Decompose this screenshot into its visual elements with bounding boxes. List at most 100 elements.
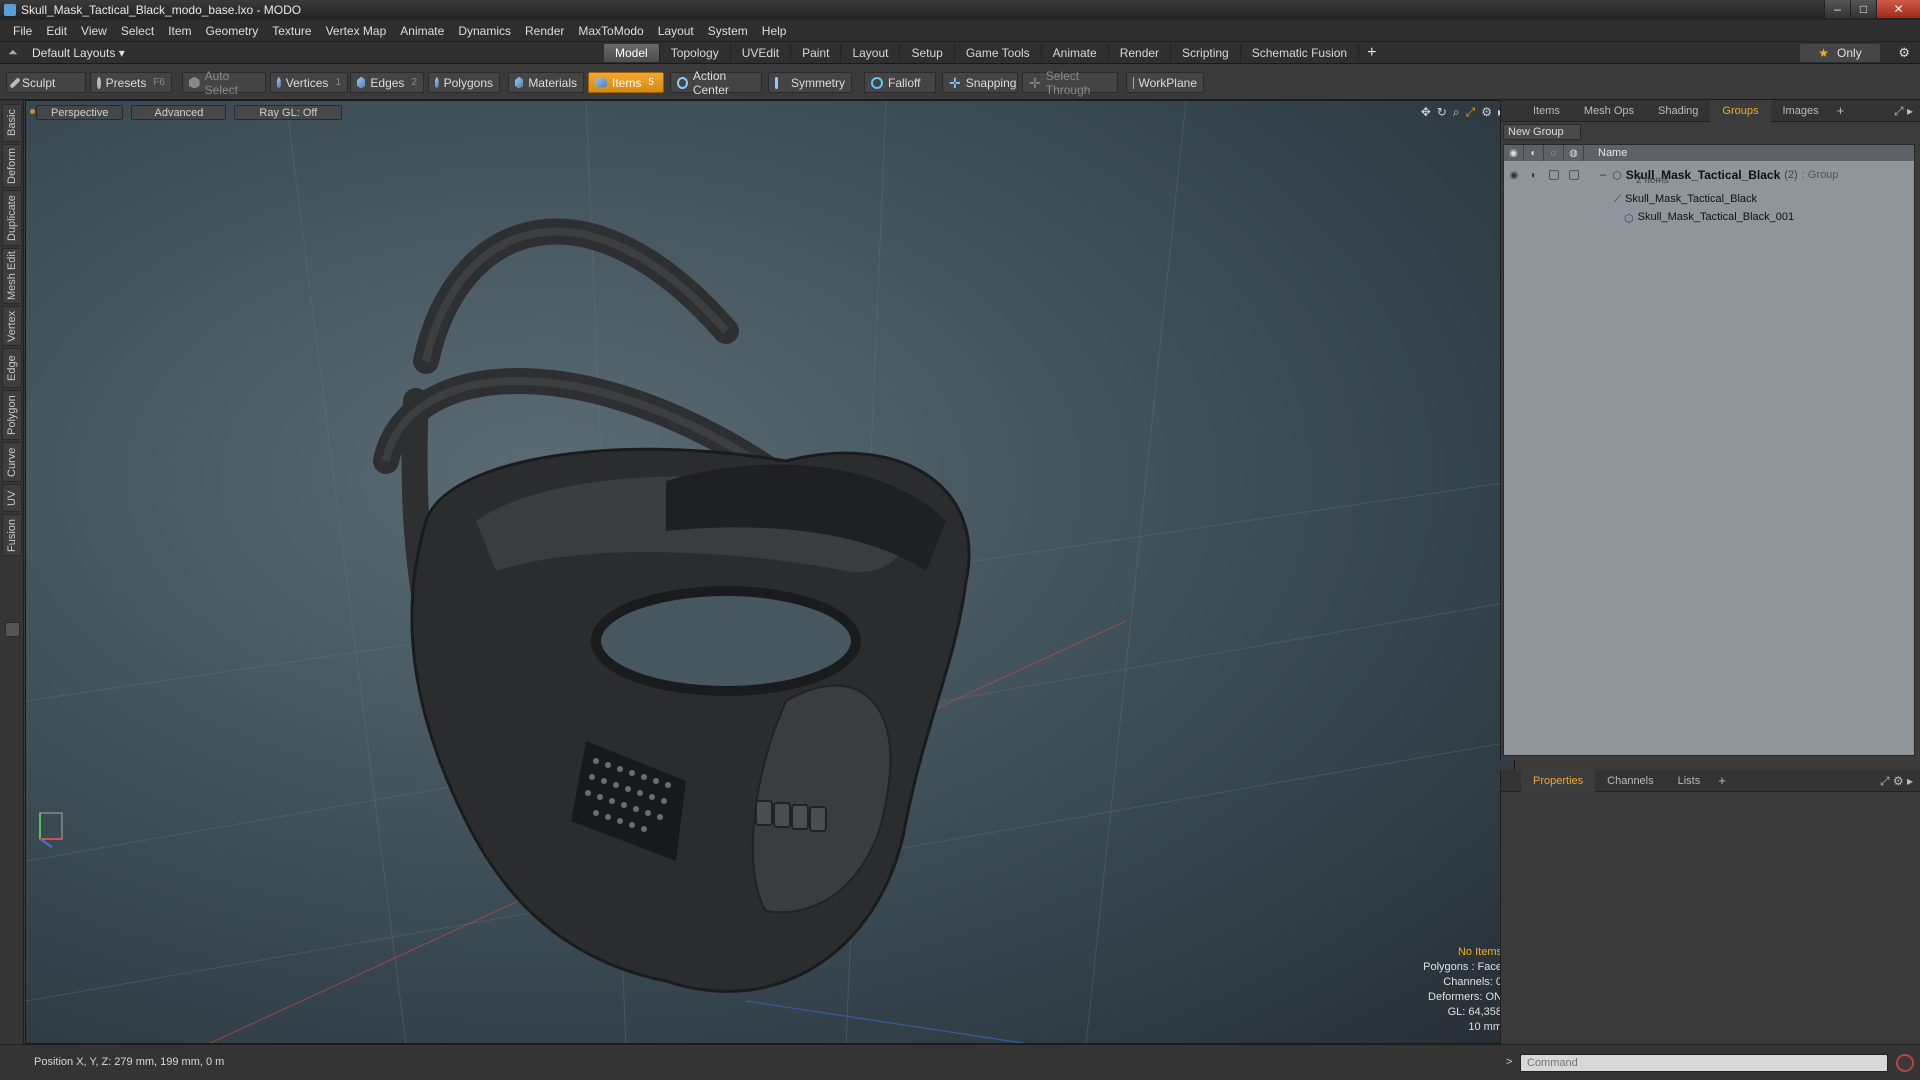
symmetry-button[interactable]: Symmetry [768,72,852,93]
menu-maxtomodo[interactable]: MaxToModo [571,24,650,38]
command-history-icon[interactable] [1896,1054,1914,1072]
select-through-button[interactable]: ✛ Select Through [1022,69,1118,97]
vertices-button[interactable]: Vertices 1 [270,72,348,93]
vtab-fusion[interactable]: Fusion [2,514,22,556]
tab-render[interactable]: Render [1109,44,1172,62]
menu-help[interactable]: Help [755,24,794,38]
gear-icon[interactable]: ⚙ [1898,45,1910,61]
materials-button[interactable]: Materials [508,72,584,93]
tab-lists[interactable]: Lists [1666,770,1713,792]
viewport-menu-dot[interactable] [30,109,35,114]
polygons-button[interactable]: Polygons [428,72,500,93]
3d-viewport[interactable]: Perspective Advanced Ray GL: Off ✥ ↻ ⌕ ⤢… [25,100,1515,1044]
menu-edit[interactable]: Edit [39,24,74,38]
vtab-duplicate[interactable]: Duplicate [2,190,22,246]
vtab-basic[interactable]: Basic [2,104,22,142]
tab-mesh-ops[interactable]: Mesh Ops [1572,100,1646,122]
left-panel-toggle[interactable] [5,622,20,637]
select-icon[interactable]: ◍ [1564,145,1584,161]
menu-animate[interactable]: Animate [393,24,451,38]
tab-paint[interactable]: Paint [791,44,842,62]
menu-item[interactable]: Item [161,24,198,38]
action-center-button[interactable]: Action Center [670,69,762,97]
snapping-button[interactable]: ✛ Snapping [942,72,1018,93]
tab-properties[interactable]: Properties [1521,769,1596,792]
render-icon[interactable]: ◐ [1524,145,1544,161]
items-button[interactable]: Items 5 [588,72,664,93]
vtab-curve[interactable]: Curve [2,442,22,482]
group-render-icon[interactable]: ◐ [1524,170,1544,181]
symmetry-icon [775,76,778,89]
tab-topology[interactable]: Topology [660,44,731,62]
tab-game-tools[interactable]: Game Tools [955,44,1042,62]
tab-setup[interactable]: Setup [900,44,955,62]
view-type-button[interactable]: Perspective [36,105,124,120]
edges-button[interactable]: Edges 2 [350,72,424,93]
menu-vertex-map[interactable]: Vertex Map [319,24,394,38]
group-select-box[interactable] [1569,170,1579,180]
tree-child-group[interactable]: ⬡ Skull_Mask_Tactical_Black_001 [1624,211,1794,225]
tab-schematic-fusion[interactable]: Schematic Fusion [1241,44,1360,62]
group-eye-icon[interactable]: ◉ [1504,170,1524,181]
group-lock-box[interactable] [1549,170,1559,180]
status-bar: Position X, Y, Z: 279 mm, 199 mm, 0 m > [0,1044,1920,1080]
menu-file[interactable]: File [6,24,39,38]
menu-dynamics[interactable]: Dynamics [451,24,518,38]
presets-button[interactable]: Presets F6 [90,72,172,93]
vtab-uv[interactable]: UV [2,484,22,512]
close-button[interactable]: ✕ [1876,0,1920,18]
menu-texture[interactable]: Texture [265,24,318,38]
add-tab-icon[interactable]: + [1718,773,1726,788]
only-button[interactable]: ★ Only [1800,44,1880,62]
menu-geometry[interactable]: Geometry [199,24,266,38]
vtab-polygon[interactable]: Polygon [2,390,22,440]
shading-mode-button[interactable]: Advanced [131,105,227,120]
maximize-button[interactable]: □ [1850,0,1876,18]
rotate-icon[interactable]: ↻ [1437,105,1447,120]
lock-icon[interactable]: ◌ [1544,145,1564,161]
menu-view[interactable]: View [74,24,114,38]
command-prompt-icon: > [1506,1056,1513,1068]
layout-selector[interactable]: ⏶ Default Layouts ▾ [8,45,125,60]
tab-scripting[interactable]: Scripting [1171,44,1241,62]
expand-panel-icon[interactable]: ⤢ ▸ [1894,104,1913,119]
raygl-button[interactable]: Ray GL: Off [234,105,343,120]
add-tab-icon[interactable]: + [1837,103,1845,118]
new-group-button[interactable]: New Group [1503,124,1581,140]
tree-collapse-icon[interactable]: – [1600,169,1606,181]
tab-model[interactable]: Model [604,44,660,62]
axis-gizmo [39,812,63,848]
tab-images[interactable]: Images [1771,100,1831,122]
zoom-icon[interactable]: ⌕ [1453,105,1460,120]
vtab-mesh-edit[interactable]: Mesh Edit [2,248,22,304]
pan-icon[interactable]: ✥ [1421,105,1431,120]
menu-render[interactable]: Render [518,24,571,38]
tab-uvedit[interactable]: UVEdit [731,44,792,62]
eye-icon[interactable]: ◉ [1504,145,1524,161]
tab-items[interactable]: Items [1521,100,1572,122]
fit-icon[interactable]: ⤢ [1466,105,1476,120]
minimize-button[interactable]: – [1824,0,1850,18]
menu-system[interactable]: System [701,24,755,38]
items-icon [595,76,607,89]
viewport-settings-icon[interactable]: ⚙ [1481,105,1492,120]
tab-shading[interactable]: Shading [1646,100,1710,122]
add-tab-icon[interactable]: + [1359,44,1384,62]
auto-select-button[interactable]: Auto Select [182,69,266,97]
falloff-button[interactable]: Falloff [864,72,936,93]
vtab-deform[interactable]: Deform [2,144,22,188]
menu-layout[interactable]: Layout [651,24,701,38]
menu-select[interactable]: Select [114,24,161,38]
command-input[interactable] [1520,1054,1888,1072]
tab-channels[interactable]: Channels [1595,770,1665,792]
vtab-vertex[interactable]: Vertex [2,306,22,346]
sculpt-button[interactable]: Sculpt [6,72,86,93]
tree-child-mesh[interactable]: ⟋ Skull_Mask_Tactical_Black [1614,193,1757,205]
vtab-edge[interactable]: Edge [2,348,22,388]
workplane-button[interactable]: WorkPlane [1126,72,1204,93]
tab-groups[interactable]: Groups [1710,99,1771,122]
tab-animate[interactable]: Animate [1042,44,1109,62]
tab-layout[interactable]: Layout [841,44,901,62]
group-row[interactable]: ◉ ◐ – ⬡ Skull_Mask_Tactical_Black (2) : … [1504,163,1914,187]
properties-options-icon[interactable]: ⤢ ⚙ ▸ [1880,774,1913,789]
